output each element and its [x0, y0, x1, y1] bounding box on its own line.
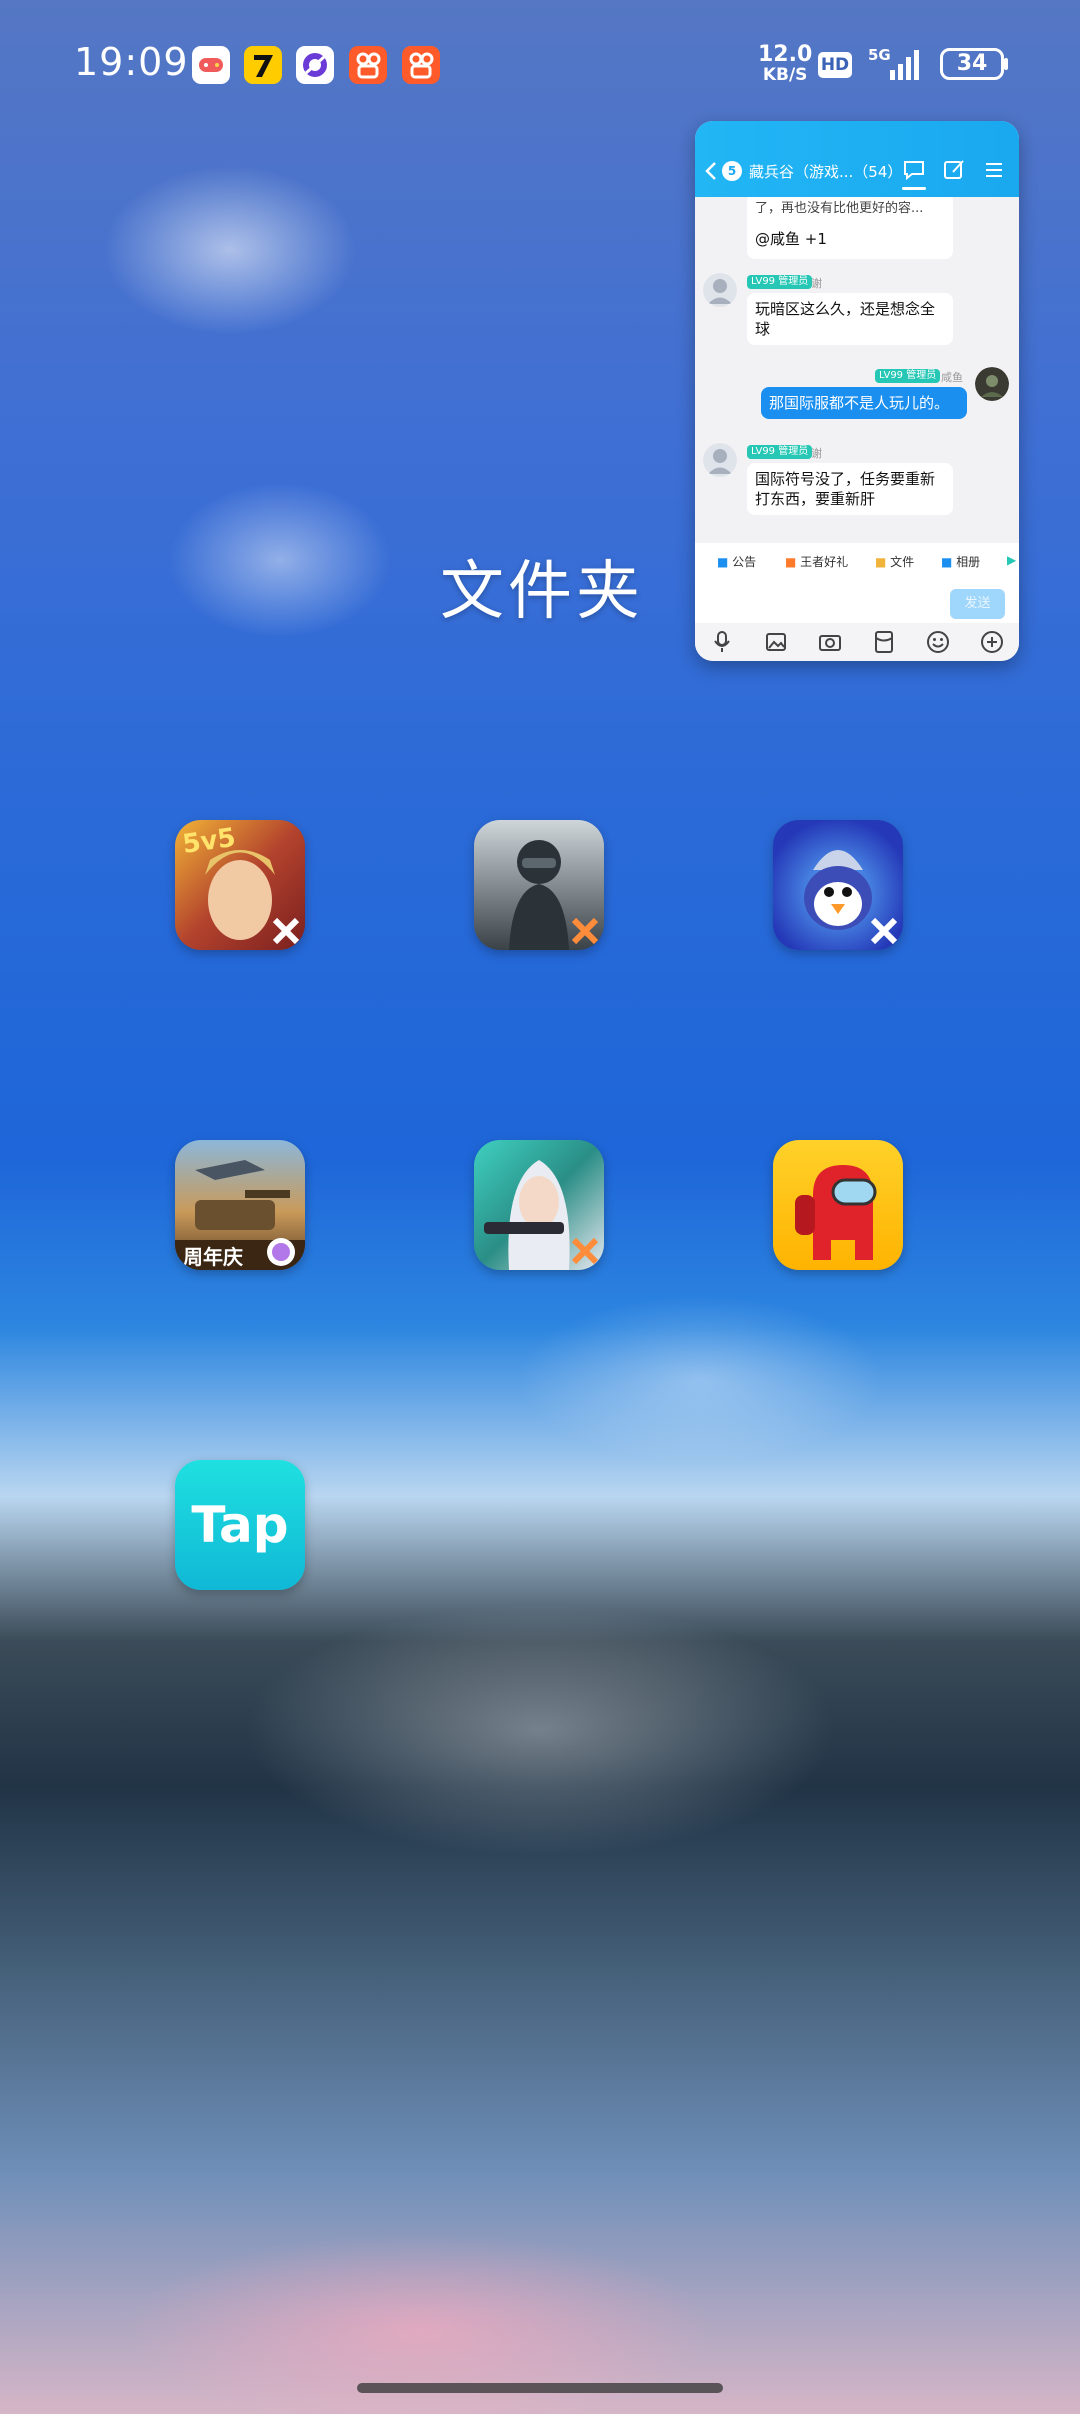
- back-icon[interactable]: [703, 161, 719, 186]
- network-type: 5G: [868, 46, 891, 64]
- quick-action-bar: ■ 公告 ■ 王者好礼 ■ 文件 ■ 相册 ▶: [695, 543, 1019, 583]
- status-bar: 19:09 12.0 KB/S HD 5G 34: [0, 0, 1080, 130]
- quick-files-label: 文件: [890, 555, 915, 569]
- quick-album-label: 相册: [956, 555, 981, 569]
- quick-announcement[interactable]: ■ 公告: [717, 553, 756, 570]
- network-speed-value: 12.0: [758, 42, 813, 67]
- plus-icon[interactable]: [979, 629, 1005, 655]
- emoji-icon[interactable]: [925, 629, 951, 655]
- browser-icon: [296, 46, 334, 84]
- send-button[interactable]: 发送: [950, 589, 1005, 619]
- message-bubble[interactable]: 国际符号没了，任务要重新打东西，要重新肝: [747, 463, 953, 515]
- active-tab-indicator: [902, 187, 926, 190]
- unread-badge: 5: [722, 161, 742, 181]
- message-input[interactable]: [707, 589, 941, 619]
- message-text: @咸鱼 +1: [755, 230, 827, 248]
- chat-title: 藏兵谷（游戏...（54）: [749, 163, 903, 181]
- hooded-shooter-game-icon[interactable]: [474, 1140, 604, 1270]
- flag-icon[interactable]: ▶: [1007, 553, 1016, 567]
- role-tag: LV99 管理员: [747, 445, 813, 459]
- avatar[interactable]: [703, 443, 737, 477]
- message-text: 玩暗区这么久，还是想念全球: [755, 300, 936, 338]
- kuaishou-icon: [349, 46, 387, 84]
- role-tag: LV99 管理员: [875, 369, 941, 383]
- signal-icon: 5G: [866, 44, 926, 84]
- quick-gift[interactable]: ■ 王者好礼: [785, 553, 848, 570]
- pubg-mobile-icon[interactable]: [474, 820, 604, 950]
- quick-album[interactable]: ■ 相册: [941, 553, 980, 570]
- network-speed-unit: KB/S: [762, 65, 808, 85]
- status-time: 19:09: [74, 40, 189, 84]
- floating-chat-window[interactable]: 5 藏兵谷（游戏...（54） 了，再也没有比他更好的容... @咸鱼 +1 L…: [695, 121, 1019, 661]
- chat-bubble-icon[interactable]: [901, 157, 927, 183]
- quick-files[interactable]: ■ 文件: [875, 553, 914, 570]
- taptap-icon[interactable]: Tap: [175, 1460, 305, 1590]
- message-bubble[interactable]: 那国际服都不是人玩儿的。: [761, 387, 967, 419]
- announcement-icon: ■: [717, 555, 729, 569]
- nickname: 咸鱼: [941, 371, 963, 384]
- gift-icon: ■: [785, 555, 797, 569]
- battery-icon: 34: [940, 48, 1010, 80]
- auto-chess-penguin-icon[interactable]: [773, 820, 903, 950]
- message-bubble[interactable]: 玩暗区这么久，还是想念全球: [747, 293, 953, 345]
- honor-of-kings-icon[interactable]: 5v5: [175, 820, 305, 950]
- red-packet-icon[interactable]: [871, 629, 897, 655]
- nickname: 谢: [811, 277, 822, 290]
- microphone-icon[interactable]: [709, 629, 735, 655]
- message-text: 国际符号没了，任务要重新打东西，要重新肝: [755, 470, 936, 508]
- avatar[interactable]: [975, 367, 1009, 401]
- hd-badge: HD: [818, 52, 852, 78]
- quick-announcement-label: 公告: [732, 555, 757, 569]
- message-text: 那国际服都不是人玩儿的。: [769, 394, 950, 412]
- message-bubble[interactable]: 了，再也没有比他更好的容... @咸鱼 +1: [747, 197, 953, 259]
- camera-icon[interactable]: [817, 629, 843, 655]
- among-us-icon[interactable]: [773, 1140, 903, 1270]
- seven-app-icon: [244, 46, 282, 84]
- game-center-icon: [192, 46, 230, 84]
- tank-game-icon[interactable]: 周年庆: [175, 1140, 305, 1270]
- nickname: 谢: [811, 447, 822, 460]
- folder-title[interactable]: 文件夹: [440, 540, 644, 632]
- message-text-partial: 了，再也没有比他更好的容...: [755, 201, 924, 216]
- edit-icon[interactable]: [941, 157, 967, 183]
- album-icon: ■: [941, 555, 953, 569]
- image-icon[interactable]: [763, 629, 789, 655]
- avatar[interactable]: [703, 273, 737, 307]
- folder-icon: ■: [875, 555, 887, 569]
- taptap-label: Tap: [191, 1496, 289, 1554]
- chat-input-bar: 发送: [695, 583, 1019, 623]
- network-speed: 12.0 KB/S: [758, 44, 812, 85]
- battery-level: 34: [956, 51, 988, 76]
- chat-toolbar: [695, 623, 1019, 661]
- menu-icon[interactable]: [981, 157, 1007, 183]
- kuaishou-icon: [402, 46, 440, 84]
- role-tag: LV99 管理员: [747, 275, 813, 289]
- chat-header: 5 藏兵谷（游戏...（54）: [695, 121, 1019, 197]
- quick-gift-label: 王者好礼: [800, 555, 849, 569]
- anniversary-badge: 周年庆: [183, 1245, 243, 1269]
- chat-messages[interactable]: 了，再也没有比他更好的容... @咸鱼 +1 LV99 管理员 谢 玩暗区这么久…: [695, 197, 1019, 543]
- home-indicator[interactable]: [357, 2383, 723, 2393]
